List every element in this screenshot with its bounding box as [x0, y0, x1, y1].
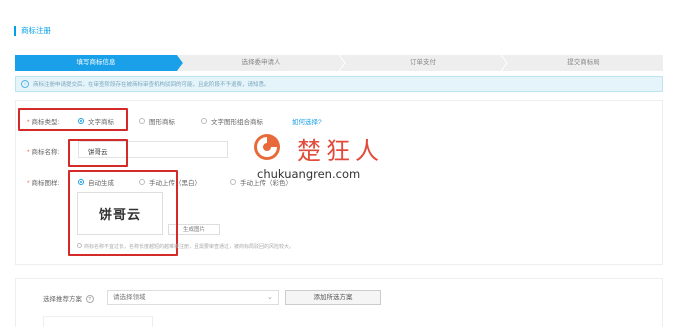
notice-banner: i 商标注册申请提交后，在审查阶段存在被商标审查机构驳回的可能，且此阶段不予退费… — [15, 76, 663, 92]
step-progress: 填写商标信息 选择委申请人 订单支付 提交商标局 — [15, 55, 663, 71]
name-label: * 商标名称: — [27, 149, 60, 156]
plan-select-placeholder: 请选择领域 — [113, 294, 146, 301]
highlight-box-type — [18, 108, 128, 131]
name-hint: 商标名称不宜过长，名称长度越短的越难被注册，且需要审查通过，被商标局驳回的风险较… — [77, 243, 294, 250]
radio-icon — [201, 118, 207, 125]
info-icon: i — [21, 80, 29, 88]
image-label: * 商标图样: — [27, 180, 60, 187]
type-option-combined[interactable]: 文字图形组合商标 — [201, 116, 263, 126]
step-choose-applicant[interactable]: 选择委申请人 — [180, 55, 342, 71]
type-option-graphic[interactable]: 图形商标 — [139, 116, 175, 126]
notice-text: 商标注册申请提交后，在审查阶段存在被商标审查机构驳回的可能，且此阶段不予退费，请… — [33, 82, 270, 88]
watermark-text: 楚狂人 — [297, 137, 384, 165]
step-fill-info[interactable]: 填写商标信息 — [15, 55, 177, 71]
plan-table-header — [43, 316, 153, 327]
how-to-choose-link[interactable]: 如何选择? — [292, 116, 322, 126]
radio-icon — [139, 118, 145, 125]
step-submit-bureau[interactable]: 提交商标局 — [504, 55, 663, 71]
radio-icon — [230, 179, 236, 186]
help-icon[interactable]: ? — [85, 295, 94, 304]
add-plan-button[interactable]: 添加所选方案 — [285, 290, 381, 305]
plan-select[interactable]: 请选择领域 ⌄ — [107, 290, 279, 305]
page-title-text: 商标注册 — [21, 26, 51, 35]
step-order-payment[interactable]: 订单支付 — [342, 55, 504, 71]
chevron-down-icon: ⌄ — [267, 294, 273, 301]
plan-label: 选择推荐方案 ? — [43, 293, 94, 304]
watermark-logo — [254, 134, 280, 160]
page-title: 商标注册 — [14, 25, 51, 36]
hint-icon — [77, 243, 82, 249]
title-accent-bar — [14, 25, 16, 36]
watermark-url: chukuangren.com — [257, 167, 361, 181]
highlight-box-name — [68, 139, 128, 167]
